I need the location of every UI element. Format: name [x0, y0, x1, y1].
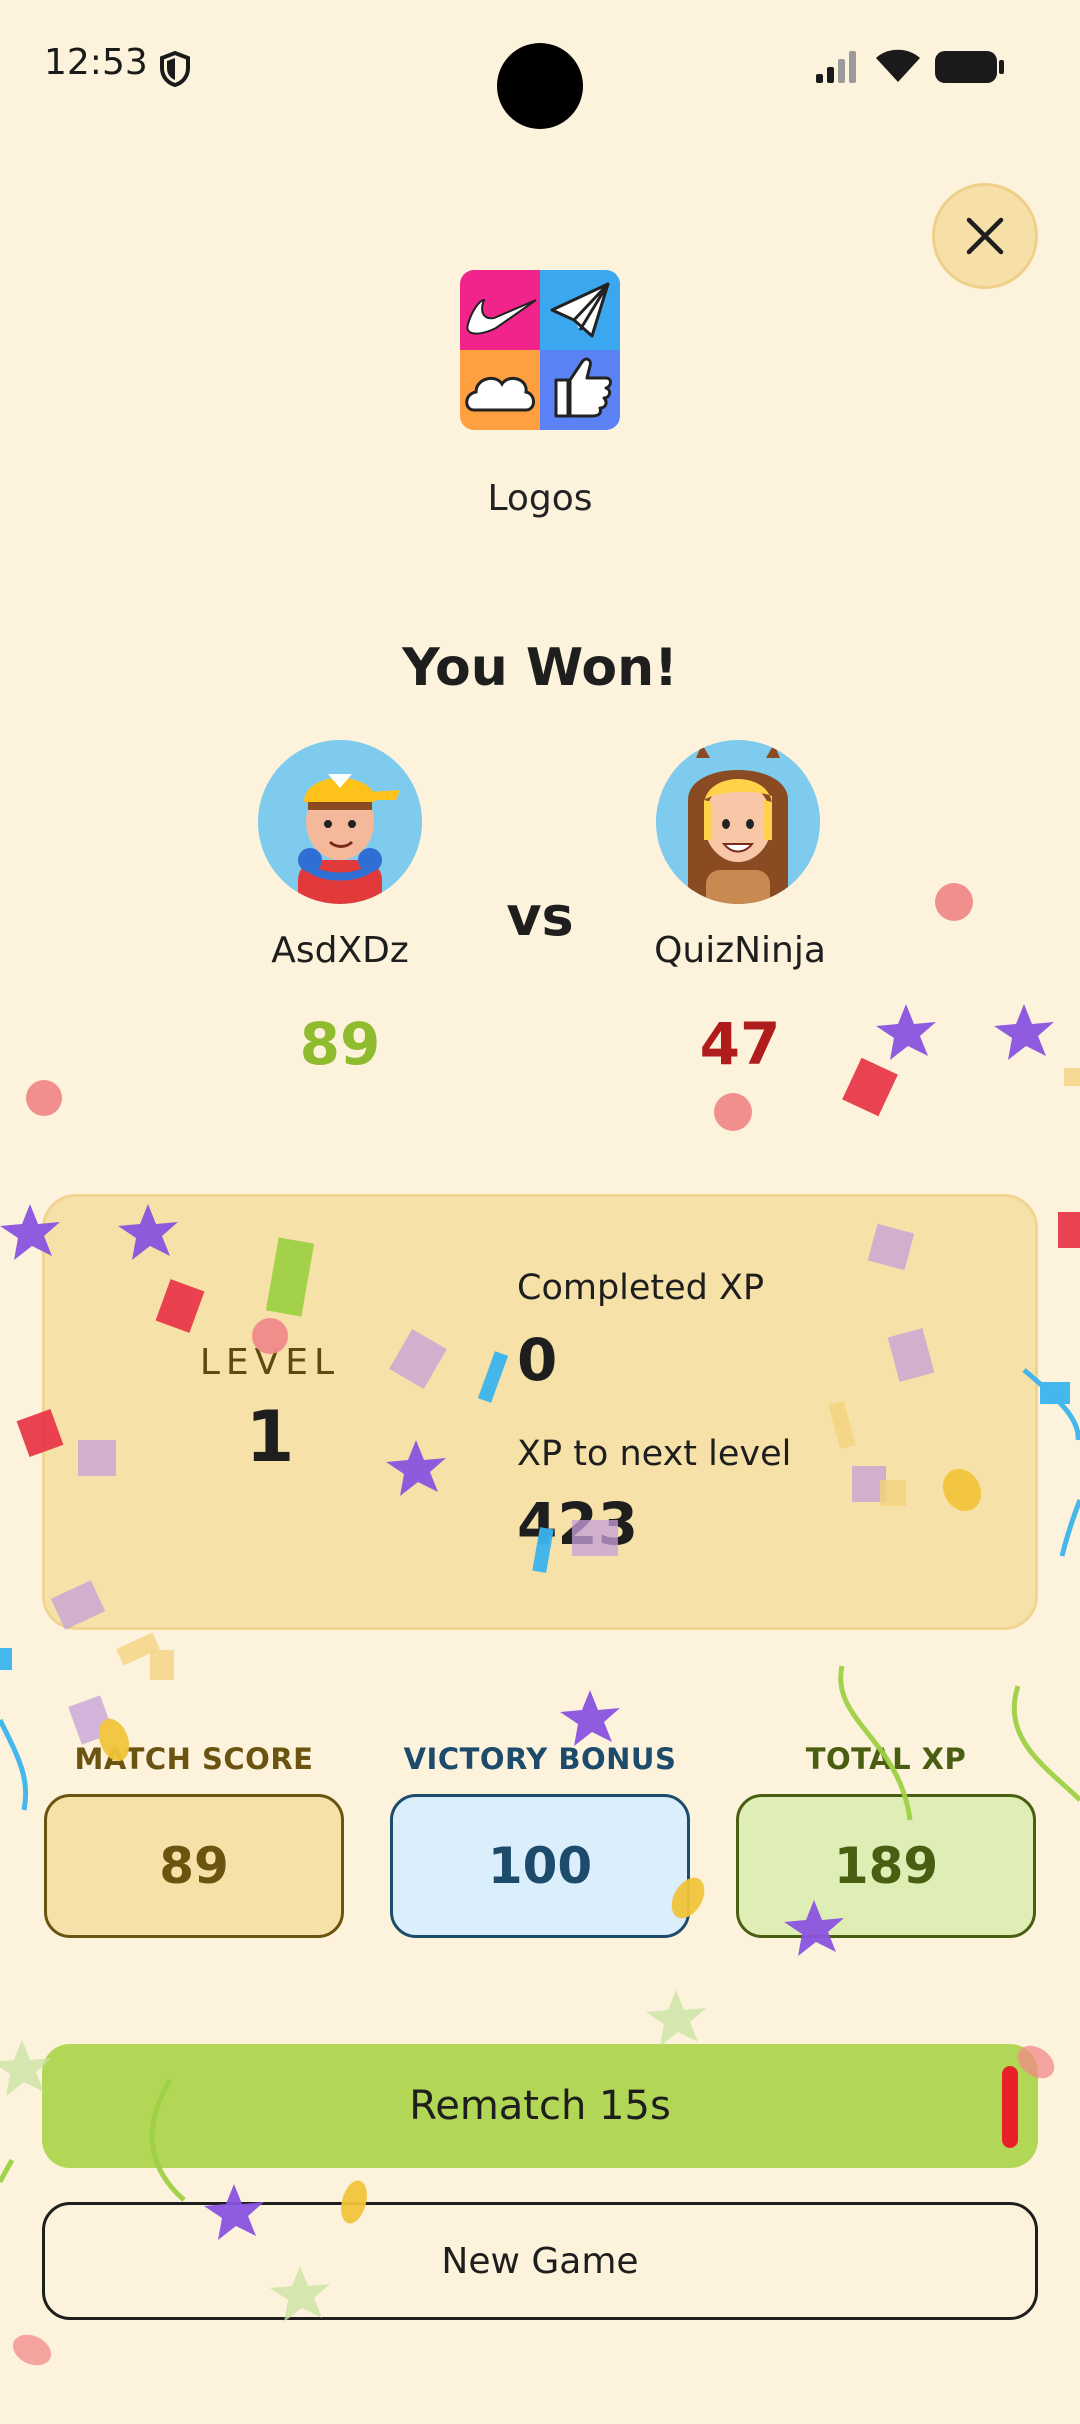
wifi-icon [874, 46, 922, 90]
next-level-xp-value: 423 [517, 1490, 639, 1558]
close-icon [966, 217, 1004, 255]
rematch-button[interactable]: Rematch 15s [42, 2044, 1038, 2168]
signal-icon [814, 48, 862, 88]
status-time: 12:53 [44, 42, 148, 83]
level-value: 1 [245, 1396, 295, 1478]
battery-icon [934, 50, 1006, 88]
player-1-score: 89 [299, 1010, 381, 1078]
victory-bonus-value: 100 [390, 1794, 690, 1938]
player-1-avatar [258, 740, 422, 904]
completed-xp-label: Completed XP [517, 1268, 765, 1308]
match-score-title: MATCH SCORE [74, 1742, 314, 1776]
category-label: Logos [487, 478, 593, 519]
level-label: LEVEL [199, 1342, 341, 1383]
vs-label: vs [506, 885, 574, 948]
victory-bonus-title: VICTORY BONUS [403, 1742, 677, 1776]
completed-xp-value: 0 [517, 1326, 558, 1394]
close-button[interactable] [932, 183, 1038, 289]
total-xp-title: TOTAL XP [805, 1742, 967, 1776]
shield-icon [158, 50, 192, 92]
match-score-value: 89 [44, 1794, 344, 1938]
total-xp-value: 189 [736, 1794, 1036, 1938]
rematch-timer-indicator [1002, 2066, 1018, 2148]
player-2-avatar [656, 740, 820, 904]
player-2-score: 47 [699, 1010, 781, 1078]
category-icon [460, 270, 620, 430]
camera-cutout [497, 43, 583, 129]
next-level-xp-label: XP to next level [517, 1434, 792, 1474]
new-game-button[interactable]: New Game [42, 2202, 1038, 2320]
result-title: You Won! [402, 638, 678, 698]
